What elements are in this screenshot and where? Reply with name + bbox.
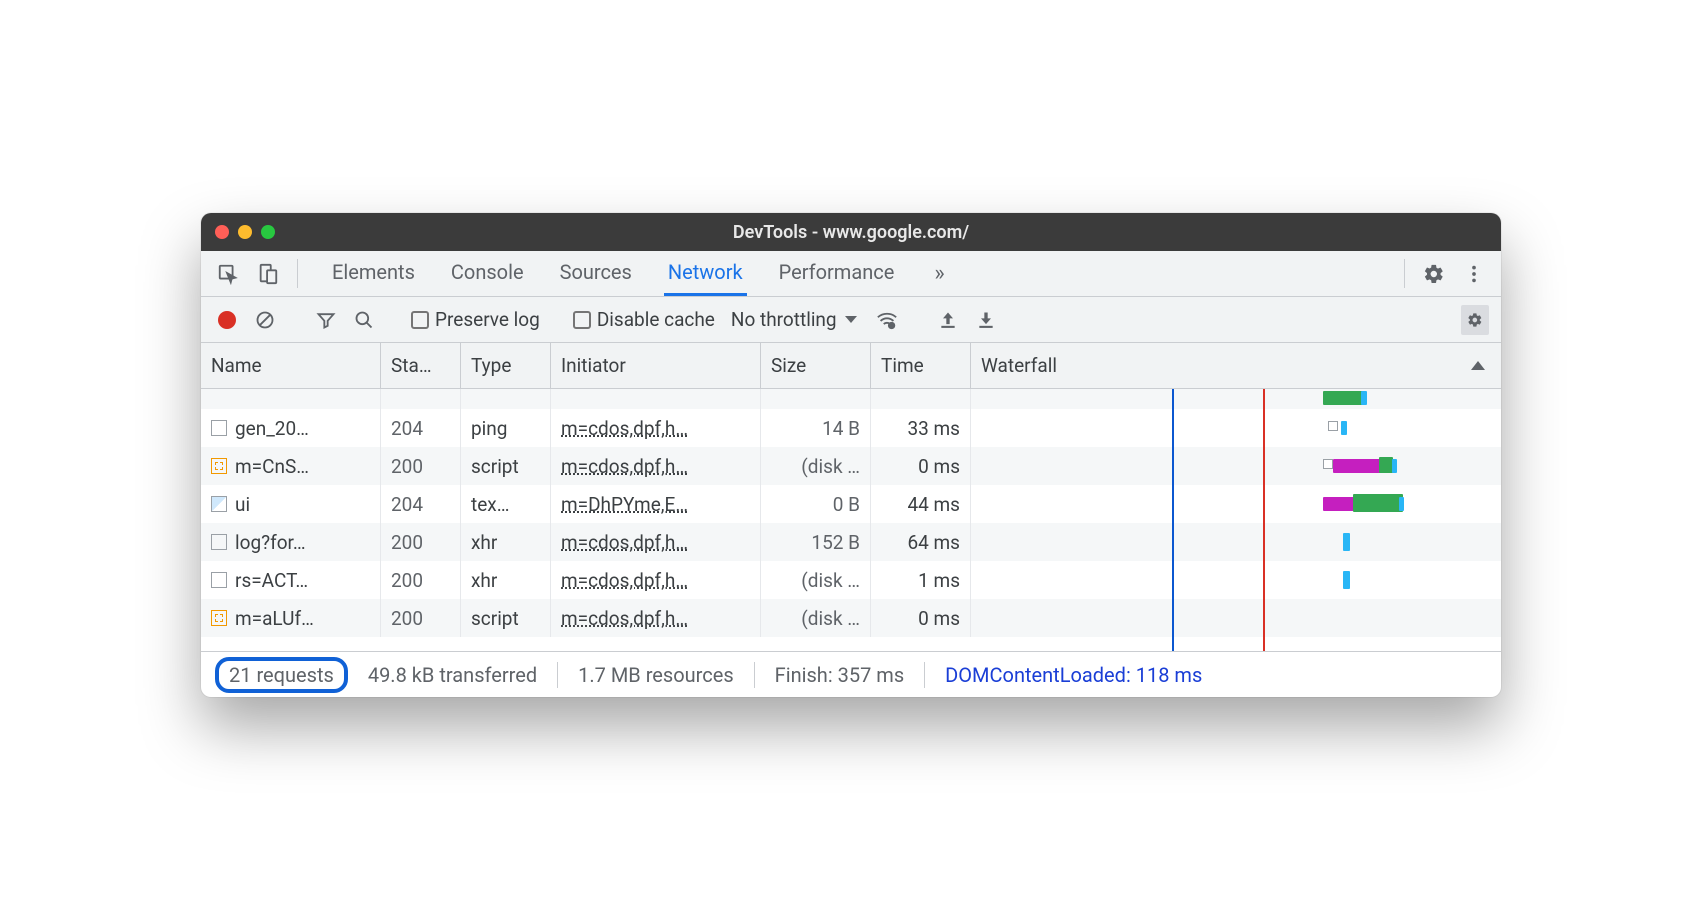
request-name: rs=ACT… — [235, 569, 308, 592]
script-file-icon — [211, 458, 227, 474]
devtools-window: DevTools - www.google.com/ Elements Cons… — [201, 213, 1501, 697]
status-bar: 21 requests 49.8 kB transferred 1.7 MB r… — [201, 651, 1501, 697]
col-waterfall[interactable]: Waterfall — [971, 343, 1501, 388]
inspect-icon[interactable] — [211, 251, 245, 296]
clear-icon[interactable] — [251, 310, 279, 330]
close-window-button[interactable] — [215, 225, 229, 239]
tab-sources[interactable]: Sources — [556, 251, 636, 296]
col-status[interactable]: Sta… — [381, 343, 461, 388]
preserve-log-checkbox[interactable]: Preserve log — [411, 308, 540, 331]
search-icon[interactable] — [350, 310, 378, 330]
window-title: DevTools - www.google.com/ — [201, 222, 1501, 243]
request-row[interactable]: gen_20… 204 ping m=cdos,dpf,h… 14 B 33 m… — [201, 409, 1501, 447]
file-icon — [211, 420, 227, 436]
throttling-select[interactable]: No throttling — [725, 308, 863, 331]
transferred-size: 49.8 kB transferred — [368, 663, 537, 687]
initiator-link[interactable]: m=cdos,dpf,h… — [561, 607, 688, 630]
record-button[interactable] — [213, 311, 241, 329]
request-row[interactable]: log?for… 200 xhr m=cdos,dpf,h… 152 B 64 … — [201, 523, 1501, 561]
initiator-link[interactable]: m=cdos,dpf,h… — [561, 531, 688, 554]
request-row[interactable]: m=aLUf… 200 script m=cdos,dpf,h… (disk …… — [201, 599, 1501, 637]
tab-console[interactable]: Console — [447, 251, 528, 296]
main-tabbar: Elements Console Sources Network Perform… — [201, 251, 1501, 297]
traffic-lights — [215, 225, 275, 239]
request-name: ui — [235, 493, 250, 516]
settings-gear-icon[interactable] — [1417, 251, 1451, 296]
request-name: m=CnS… — [235, 455, 309, 478]
minimize-window-button[interactable] — [238, 225, 252, 239]
initiator-link[interactable]: m=cdos,dpf,h… — [561, 569, 688, 592]
request-count: 21 requests — [215, 657, 348, 693]
divider — [297, 259, 298, 288]
col-size[interactable]: Size — [761, 343, 871, 388]
tab-elements[interactable]: Elements — [328, 251, 419, 296]
file-icon — [211, 534, 227, 550]
download-har-icon[interactable] — [972, 310, 1000, 330]
request-row[interactable]: ui 204 tex… m=DhPYme,E… 0 B 44 ms — [201, 485, 1501, 523]
request-name: log?for… — [235, 531, 306, 554]
initiator-link[interactable]: m=cdos,dpf,h… — [561, 455, 688, 478]
initiator-link[interactable]: m=DhPYme,E… — [561, 493, 688, 516]
request-name: m=aLUf… — [235, 607, 314, 630]
request-row-spacer — [201, 389, 1501, 409]
network-toolbar: Preserve log Disable cache No throttling — [201, 297, 1501, 343]
request-name: gen_20… — [235, 417, 309, 440]
image-file-icon — [211, 496, 227, 512]
network-conditions-icon[interactable] — [873, 309, 901, 331]
domcontentloaded-time: DOMContentLoaded: 118 ms — [945, 663, 1202, 687]
request-row[interactable]: rs=ACT… 200 xhr m=cdos,dpf,h… (disk … 1 … — [201, 561, 1501, 599]
request-row[interactable]: m=CnS… 200 script m=cdos,dpf,h… (disk … … — [201, 447, 1501, 485]
file-icon — [211, 572, 227, 588]
network-settings-gear-icon[interactable] — [1461, 305, 1489, 335]
sort-ascending-icon — [1471, 361, 1485, 370]
disable-cache-label: Disable cache — [597, 308, 715, 331]
resources-size: 1.7 MB resources — [578, 663, 734, 687]
preserve-log-label: Preserve log — [435, 308, 540, 331]
filter-icon[interactable] — [312, 310, 340, 330]
request-list: gen_20… 204 ping m=cdos,dpf,h… 14 B 33 m… — [201, 389, 1501, 651]
tab-performance[interactable]: Performance — [775, 251, 899, 296]
more-tabs-icon[interactable]: » — [926, 251, 952, 296]
titlebar: DevTools - www.google.com/ — [201, 213, 1501, 251]
col-time[interactable]: Time — [871, 343, 971, 388]
kebab-menu-icon[interactable] — [1457, 251, 1491, 296]
col-name[interactable]: Name — [201, 343, 381, 388]
divider — [1404, 259, 1405, 288]
column-headers: Name Sta… Type Initiator Size Time Water… — [201, 343, 1501, 389]
tab-network[interactable]: Network — [664, 251, 747, 296]
col-initiator[interactable]: Initiator — [551, 343, 761, 388]
upload-har-icon[interactable] — [934, 310, 962, 330]
panel-tabs: Elements Console Sources Network Perform… — [310, 251, 953, 296]
chevron-down-icon — [845, 316, 857, 323]
script-file-icon — [211, 610, 227, 626]
maximize-window-button[interactable] — [261, 225, 275, 239]
initiator-link[interactable]: m=cdos,dpf,h… — [561, 417, 688, 440]
col-type[interactable]: Type — [461, 343, 551, 388]
throttling-label: No throttling — [731, 308, 837, 331]
disable-cache-checkbox[interactable]: Disable cache — [573, 308, 715, 331]
finish-time: Finish: 357 ms — [775, 663, 905, 687]
device-toggle-icon[interactable] — [251, 251, 285, 296]
